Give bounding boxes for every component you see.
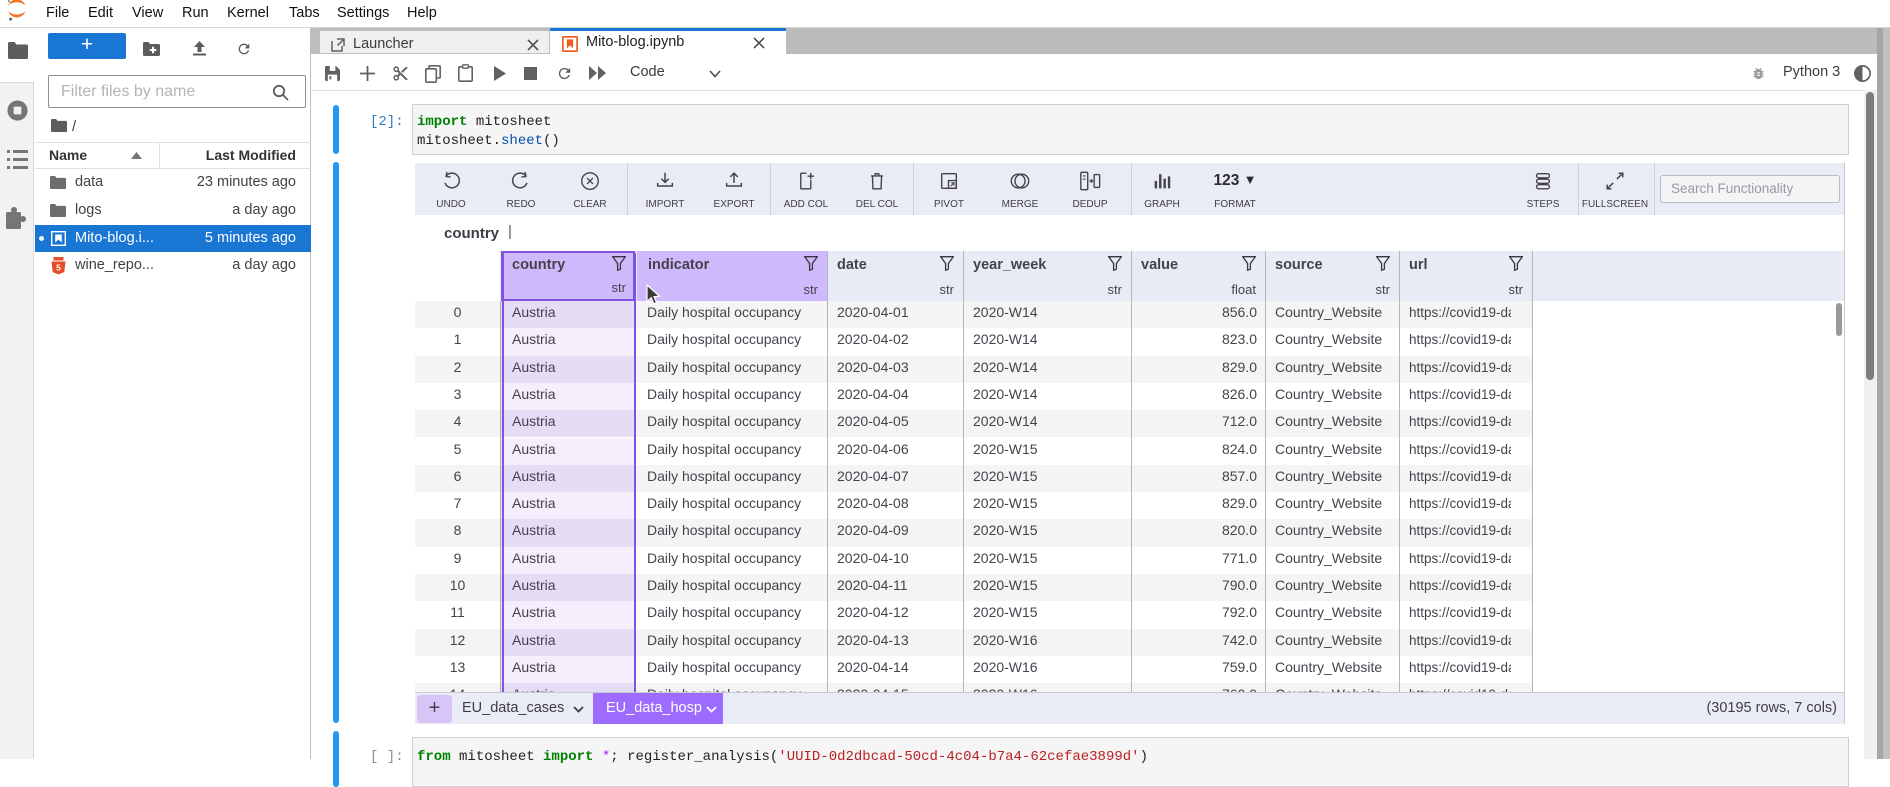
svg-text:5: 5 (56, 262, 61, 272)
